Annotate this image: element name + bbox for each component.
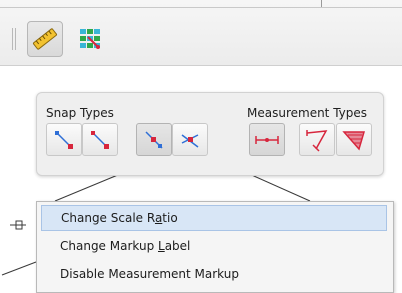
- snap-types-label: Snap Types: [46, 106, 114, 120]
- snap-midpoint-icon: [145, 130, 163, 149]
- snap-endpoint-icon: [55, 130, 73, 149]
- snap-intersection-button[interactable]: [172, 123, 208, 156]
- measure-length-icon: [255, 135, 279, 144]
- menu-item-disable-measurement-markup[interactable]: Disable Measurement Markup: [41, 261, 387, 287]
- menu-item-mnemonic: L: [158, 239, 165, 253]
- measurement-types-label: Measurement Types: [247, 106, 368, 120]
- measure-length-button[interactable]: [249, 123, 285, 156]
- measure-polyline-icon: [306, 129, 328, 152]
- measurement-settings-panel: Snap Types Measurement Types: [36, 92, 384, 176]
- menu-item-change-scale-ratio[interactable]: Change Scale Ratio: [41, 205, 387, 231]
- menu-item-label: tio: [162, 211, 178, 225]
- measure-area-button[interactable]: [336, 123, 372, 156]
- snap-intersection-icon: [181, 133, 199, 148]
- menu-item-change-markup-label[interactable]: Change Markup Label: [41, 233, 387, 259]
- snap-endpoint-button[interactable]: [46, 123, 82, 156]
- snap-line-endpoint-icon: [91, 130, 109, 149]
- menu-item-label: abel: [164, 239, 191, 253]
- snap-line-endpoint-button[interactable]: [82, 123, 118, 156]
- context-menu: Change Scale Ratio Change Markup Label D…: [36, 201, 394, 293]
- snap-midpoint-button[interactable]: [136, 123, 172, 156]
- menu-item-label: Disable Measurement Markup: [60, 267, 239, 281]
- measure-polyline-button[interactable]: [299, 123, 335, 156]
- menu-item-label: Change Markup: [60, 239, 159, 253]
- measure-area-icon: [342, 130, 366, 151]
- menu-item-label: Change Scale R: [61, 211, 155, 225]
